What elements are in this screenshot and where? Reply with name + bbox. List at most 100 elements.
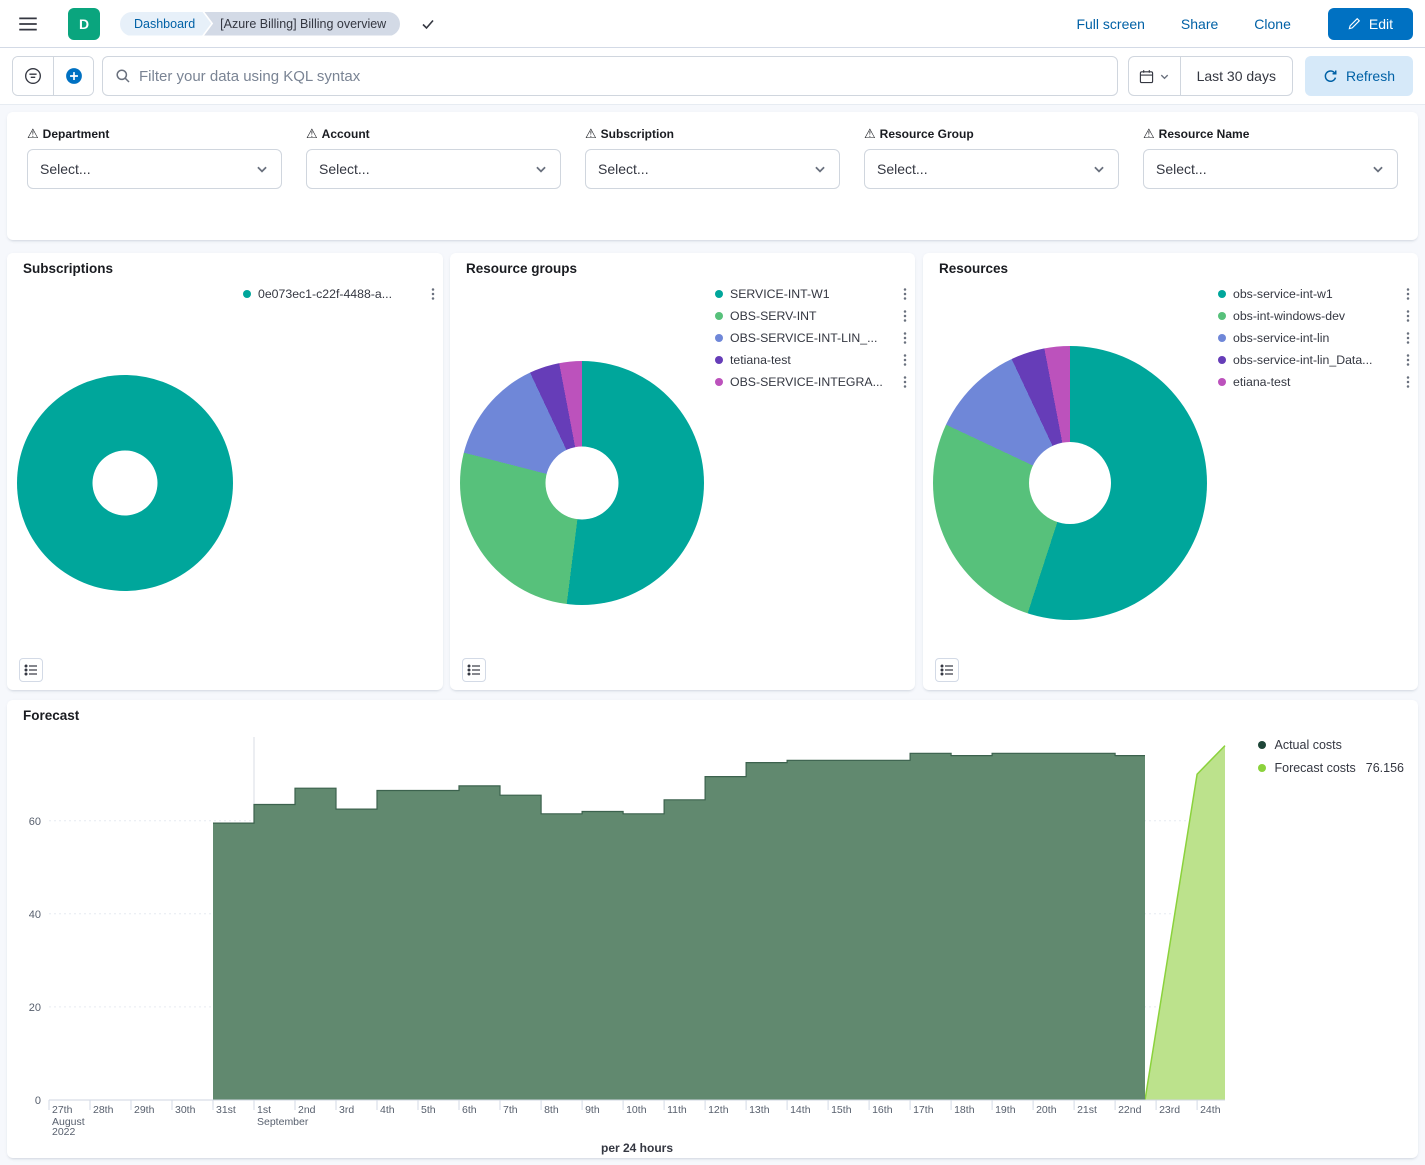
donut-hole xyxy=(93,451,158,516)
pencil-icon xyxy=(1348,17,1361,30)
donut-hole xyxy=(1029,442,1111,524)
legend-color-dot xyxy=(1218,290,1226,298)
legend-item[interactable]: obs-service-int-lin_Data... xyxy=(1218,351,1410,369)
share-link[interactable]: Share xyxy=(1181,16,1218,32)
legend-item[interactable]: OBS-SERVICE-INT-LIN_... xyxy=(715,329,907,347)
legend-item-actions-icon[interactable] xyxy=(903,287,907,301)
panel-resource-groups: Resource groups SERVICE-INT-W1 OBS-SERV-I… xyxy=(450,253,915,690)
legend-item-value: 76.156 xyxy=(1366,761,1404,775)
legend-item[interactable]: obs-service-int-lin xyxy=(1218,329,1410,347)
add-filter-icon[interactable] xyxy=(53,57,93,95)
legend-item-label: Forecast costs xyxy=(1274,761,1355,775)
legend-item[interactable]: obs-service-int-w1 xyxy=(1218,285,1410,303)
search-icon xyxy=(115,68,131,84)
legend-toggle-button[interactable] xyxy=(19,658,43,682)
legend-item[interactable]: Forecast costs 76.156 xyxy=(1258,759,1404,777)
legend-item-actions-icon[interactable] xyxy=(1406,375,1410,389)
legend-item[interactable]: OBS-SERVICE-INTEGRA... xyxy=(715,373,907,391)
svg-text:19th: 19th xyxy=(995,1104,1016,1116)
legend-item[interactable]: 0e073ec1-c22f-4488-a... xyxy=(243,285,435,303)
donut-chart[interactable] xyxy=(17,375,233,591)
svg-text:1st: 1st xyxy=(257,1104,271,1116)
dashboard-controls-panel: ⚠DepartmentSelect...⚠AccountSelect...⚠Su… xyxy=(7,112,1418,240)
legend-item[interactable]: SERVICE-INT-W1 xyxy=(715,285,907,303)
svg-text:13th: 13th xyxy=(749,1104,770,1116)
control-select-resource-group[interactable]: Select... xyxy=(864,149,1119,189)
legend-item-actions-icon[interactable] xyxy=(1406,309,1410,323)
donut-chart[interactable] xyxy=(460,361,704,605)
donut-chart[interactable] xyxy=(933,346,1207,620)
control-select-account[interactable]: Select... xyxy=(306,149,561,189)
control-label: ⚠Subscription xyxy=(585,126,840,142)
svg-text:20: 20 xyxy=(29,1002,41,1014)
legend-item[interactable]: OBS-SERV-INT xyxy=(715,307,907,325)
legend-item-actions-icon[interactable] xyxy=(431,287,435,301)
panel-forecast: 020406027th28th29th30th31st1st2nd3rd4th5… xyxy=(7,700,1418,1158)
legend-item[interactable]: etiana-test xyxy=(1218,373,1410,391)
legend-item[interactable]: Actual costs xyxy=(1258,736,1404,754)
chevron-down-icon xyxy=(1159,71,1170,82)
edit-button[interactable]: Edit xyxy=(1328,8,1413,40)
svg-text:24th: 24th xyxy=(1200,1104,1221,1116)
breadcrumb-dashboard[interactable]: Dashboard xyxy=(120,12,211,36)
legend-color-dot xyxy=(715,334,723,342)
refresh-button[interactable]: Refresh xyxy=(1305,56,1413,96)
legend-item[interactable]: obs-int-windows-dev xyxy=(1218,307,1410,325)
forecast-legend: Actual costs Forecast costs 76.156 xyxy=(1258,736,1404,777)
full-screen-link[interactable]: Full screen xyxy=(1076,16,1144,32)
kql-search-input[interactable] xyxy=(139,68,1105,85)
check-icon xyxy=(420,16,436,32)
top-navigation-bar: D Dashboard [Azure Billing] Billing over… xyxy=(0,0,1425,48)
legend-item-label: Actual costs xyxy=(1274,738,1341,752)
control-select-resource-name[interactable]: Select... xyxy=(1143,149,1398,189)
date-picker: Last 30 days xyxy=(1128,56,1293,96)
legend-item-actions-icon[interactable] xyxy=(1406,353,1410,367)
legend-item-label: etiana-test xyxy=(1233,375,1399,389)
calendar-menu-button[interactable] xyxy=(1129,57,1181,95)
clone-link[interactable]: Clone xyxy=(1254,16,1291,32)
svg-text:22nd: 22nd xyxy=(1118,1104,1142,1116)
space-avatar[interactable]: D xyxy=(68,8,100,40)
chevron-down-icon xyxy=(534,162,548,176)
svg-text:10th: 10th xyxy=(626,1104,647,1116)
svg-text:6th: 6th xyxy=(462,1104,477,1116)
svg-text:27th: 27th xyxy=(52,1104,73,1116)
legend-color-dot xyxy=(715,378,723,386)
legend-color-dot xyxy=(715,356,723,364)
breadcrumb-current-page: [Azure Billing] Billing overview xyxy=(204,12,400,36)
chevron-down-icon xyxy=(255,162,269,176)
legend-item-actions-icon[interactable] xyxy=(903,375,907,389)
panel-title: Resource groups xyxy=(466,261,577,276)
warning-icon: ⚠ xyxy=(864,126,876,142)
control-account: ⚠AccountSelect... xyxy=(306,126,561,189)
svg-text:16th: 16th xyxy=(872,1104,893,1116)
menu-icon[interactable] xyxy=(12,8,44,40)
control-select-subscription[interactable]: Select... xyxy=(585,149,840,189)
svg-text:20th: 20th xyxy=(1036,1104,1057,1116)
legend-item-actions-icon[interactable] xyxy=(1406,287,1410,301)
saved-query-icon[interactable] xyxy=(13,57,53,95)
legend-toggle-button[interactable] xyxy=(462,658,486,682)
chevron-down-icon xyxy=(1371,162,1385,176)
legend-item-actions-icon[interactable] xyxy=(1406,331,1410,345)
svg-text:3rd: 3rd xyxy=(339,1104,354,1116)
panel-title: Resources xyxy=(939,261,1008,276)
legend-color-dot xyxy=(243,290,251,298)
legend-item-actions-icon[interactable] xyxy=(903,353,907,367)
svg-text:18th: 18th xyxy=(954,1104,975,1116)
control-select-department[interactable]: Select... xyxy=(27,149,282,189)
date-range-value[interactable]: Last 30 days xyxy=(1181,68,1292,84)
warning-icon: ⚠ xyxy=(27,126,39,142)
svg-text:8th: 8th xyxy=(544,1104,559,1116)
control-label: ⚠Resource Name xyxy=(1143,126,1398,142)
kql-search-box xyxy=(102,56,1118,96)
legend-item-actions-icon[interactable] xyxy=(903,331,907,345)
legend-item-actions-icon[interactable] xyxy=(903,309,907,323)
control-label: ⚠Resource Group xyxy=(864,126,1119,142)
svg-text:60: 60 xyxy=(29,816,41,828)
legend-item-label: tetiana-test xyxy=(730,353,896,367)
legend-item[interactable]: tetiana-test xyxy=(715,351,907,369)
legend-item-label: obs-service-int-w1 xyxy=(1233,287,1399,301)
legend-toggle-button[interactable] xyxy=(935,658,959,682)
forecast-area-chart[interactable]: 020406027th28th29th30th31st1st2nd3rd4th5… xyxy=(7,700,1418,1158)
